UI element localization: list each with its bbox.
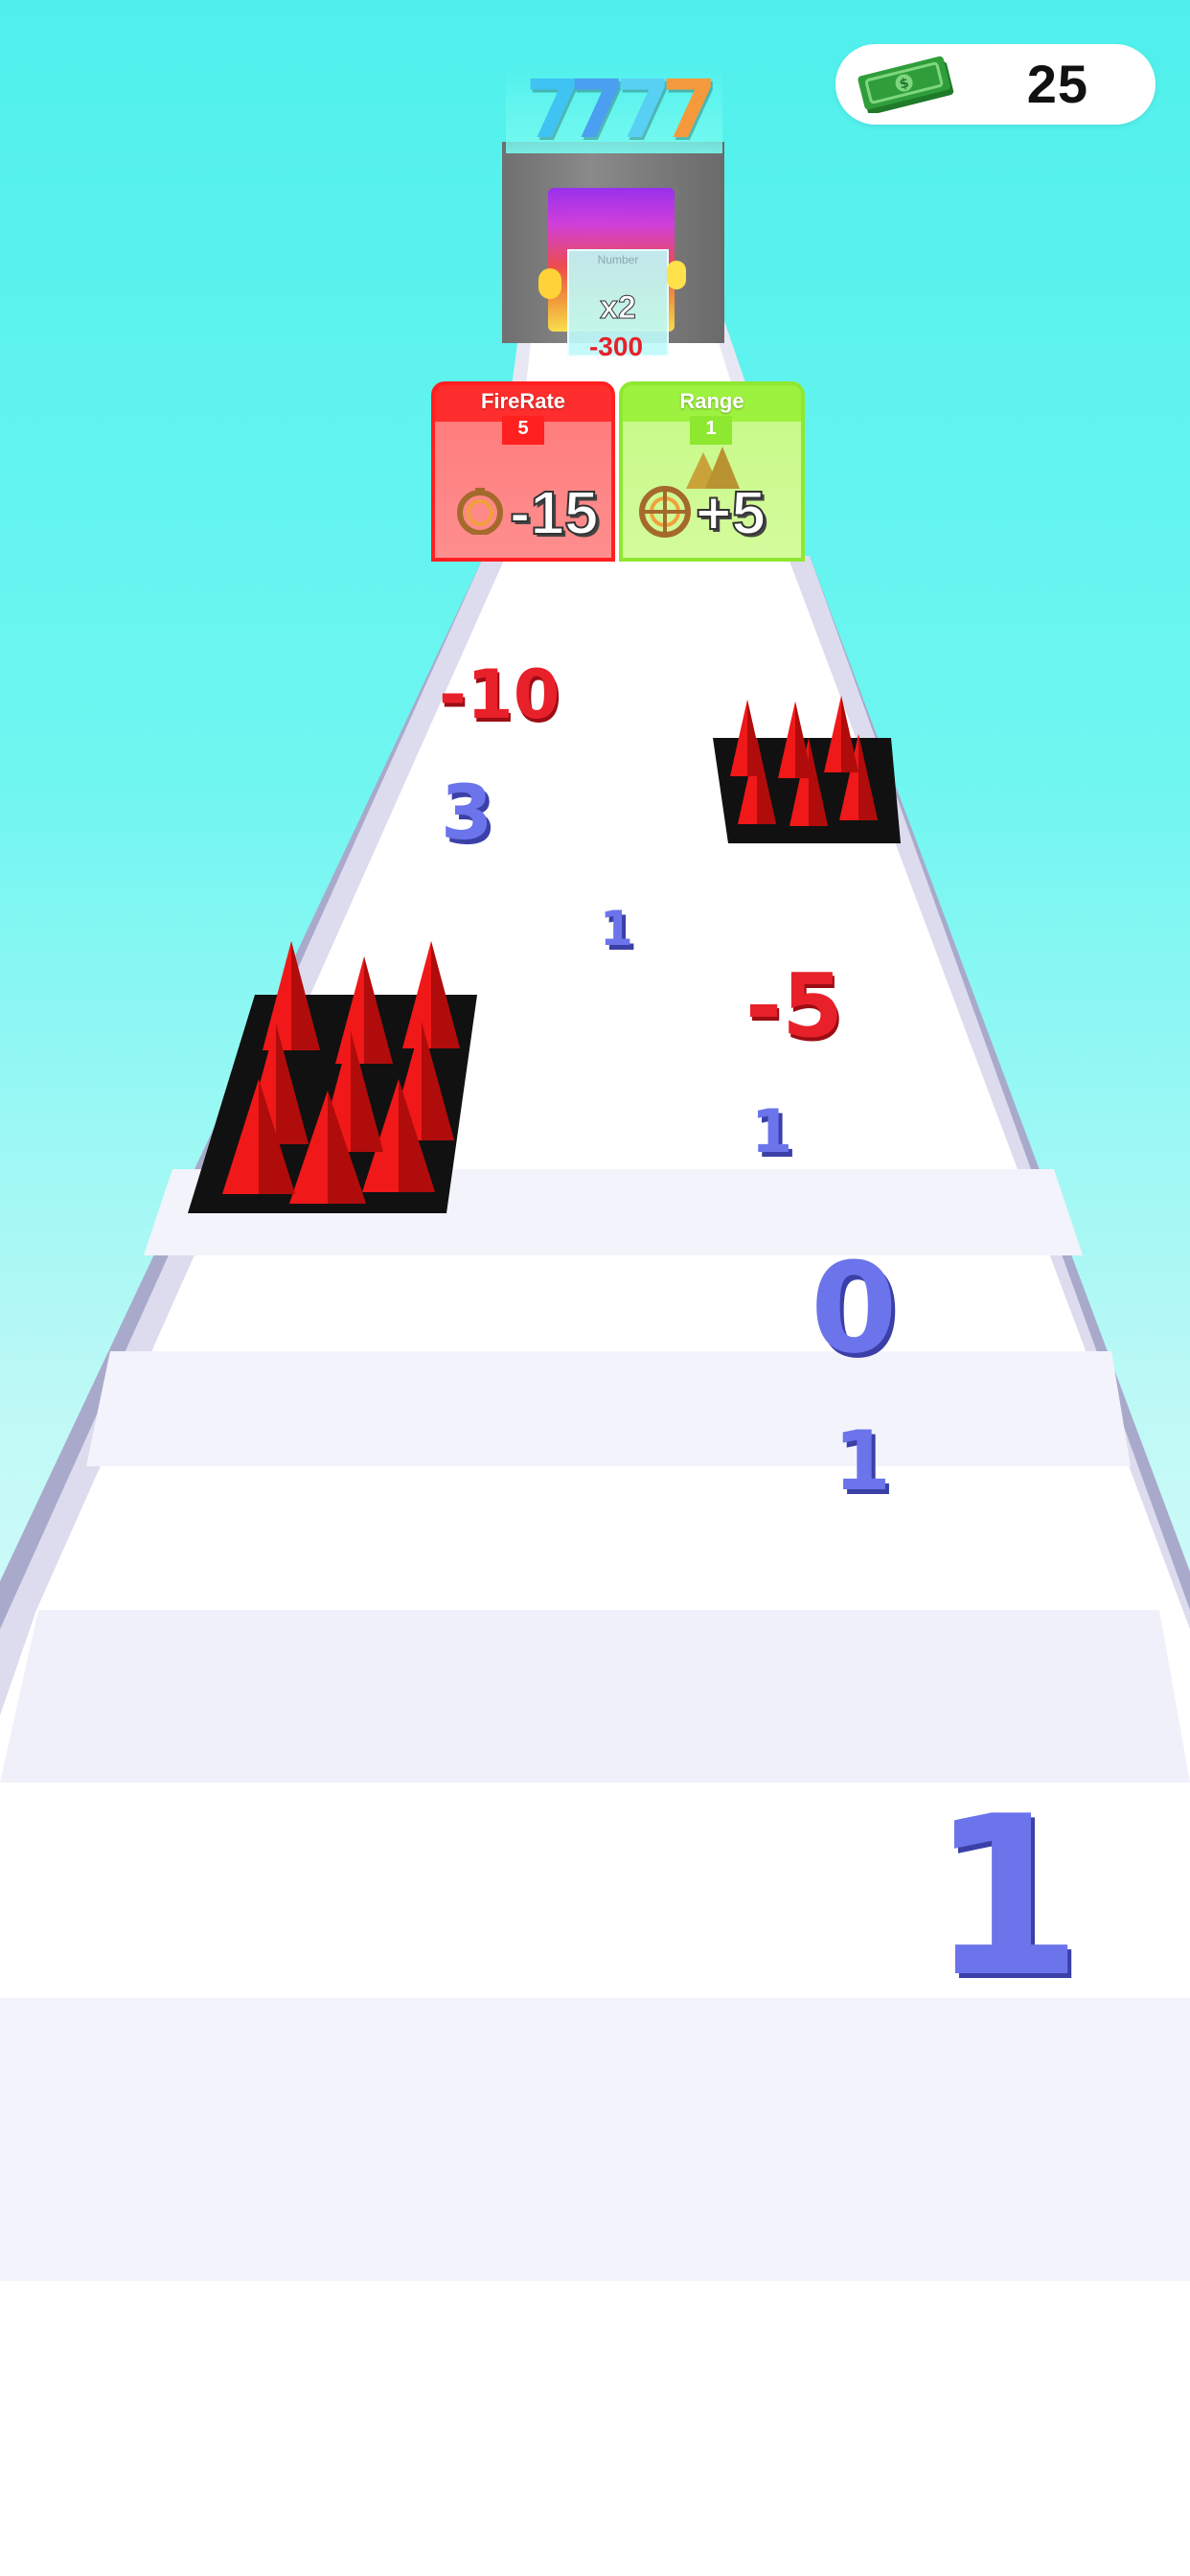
bonus-gate-value: x2 — [600, 289, 637, 327]
number-pickup: 3 — [441, 770, 493, 857]
negative-number-pickup: -10 — [439, 656, 561, 734]
firerate-gate-value: -15 — [509, 477, 599, 548]
firerate-gate-level: 5 — [517, 418, 529, 439]
cash-bill-icon: $ — [858, 56, 954, 113]
stopwatch-icon — [457, 488, 503, 535]
tower-digits: 7 7 7 7 — [525, 69, 717, 155]
spike-trap-left — [188, 941, 477, 1213]
money-counter: $ 25 — [835, 44, 1156, 125]
money-amount: 25 — [1026, 54, 1088, 114]
firerate-gate-label: FireRate — [480, 389, 566, 413]
number-pickup: 1 — [834, 1414, 891, 1509]
bonus-gate-cost: -300 — [588, 332, 644, 361]
negative-number-pickup: -5 — [745, 954, 844, 1057]
coin-stack-right — [667, 261, 686, 289]
bonus-gate-label: Number — [597, 253, 639, 266]
game-scene: 7 7 7 7 Number x2 -300 FireRate 5 -15 Ra… — [0, 0, 1190, 2576]
number-pickup: 1 — [751, 1096, 793, 1166]
tower-digit: 7 — [661, 62, 718, 156]
range-gate-level: 1 — [705, 418, 717, 439]
firerate-gate: FireRate 5 -15 — [431, 381, 615, 562]
coin-stack-left — [538, 268, 561, 299]
number-pickup: 1 — [929, 1770, 1084, 2026]
number-pickup: 0 — [811, 1235, 898, 1381]
crosshair-icon — [639, 486, 691, 538]
range-gate: Range 1 +5 — [619, 381, 805, 562]
range-gate-value: +5 — [695, 477, 767, 548]
range-gate-label: Range — [679, 389, 744, 413]
number-pickup: 1 — [600, 901, 633, 956]
spike-trap-right — [713, 696, 901, 843]
